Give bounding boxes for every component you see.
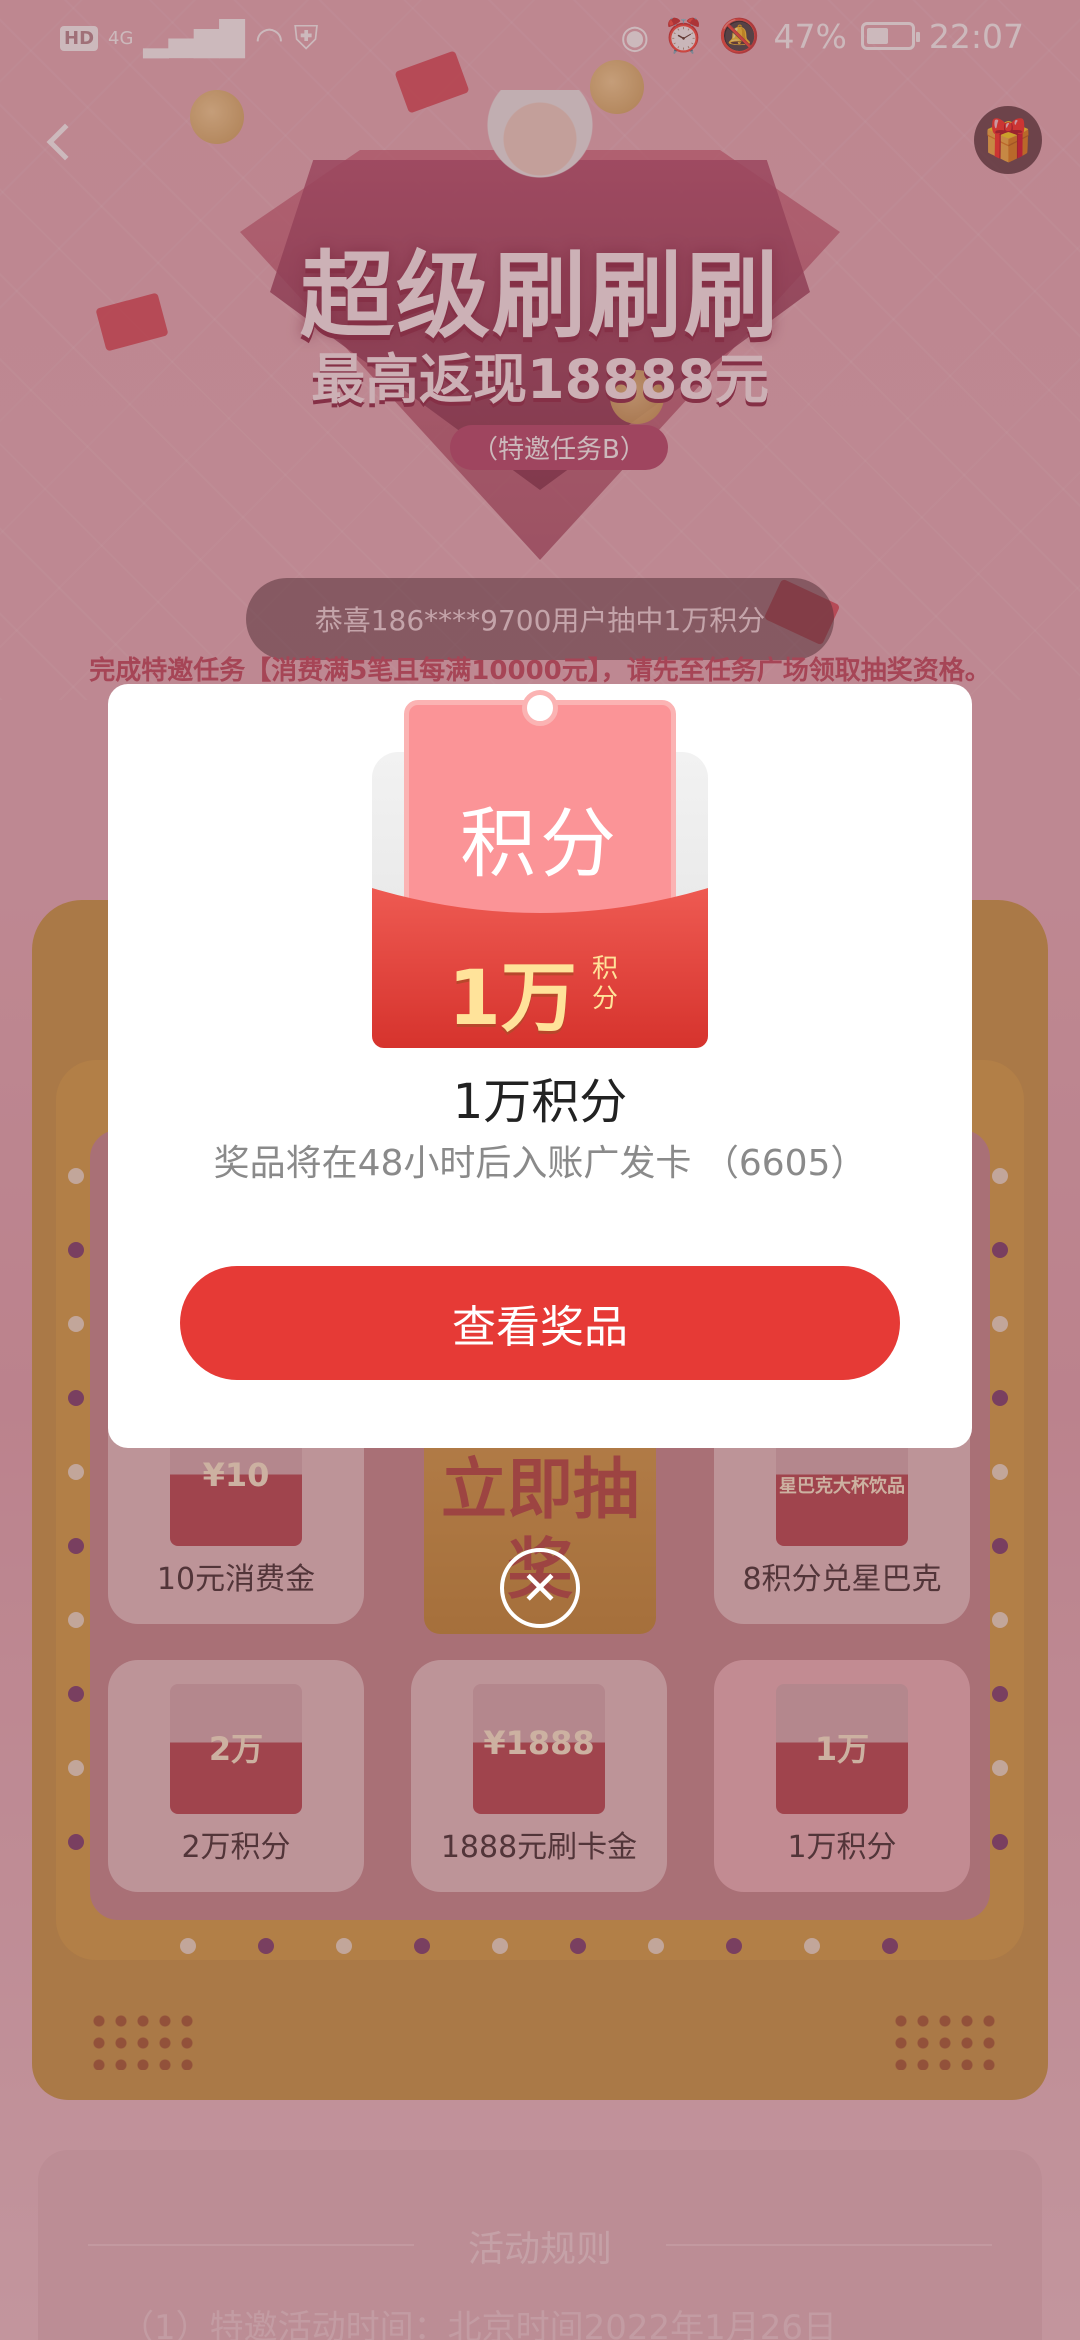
dialog-title: 1万积分	[452, 1074, 628, 1130]
close-icon: ✕	[520, 1561, 560, 1615]
view-prize-button[interactable]: 查看奖品	[180, 1266, 900, 1380]
prize-card-amount: 1万	[448, 953, 577, 1042]
close-dialog-button[interactable]: ✕	[500, 1548, 580, 1628]
prize-card-notch	[522, 690, 558, 726]
prize-card-unit: 积分	[592, 954, 619, 1014]
dialog-description: 奖品将在48小时后入账广发卡 （6605）	[213, 1143, 867, 1184]
prize-card-title: 积分	[460, 799, 620, 888]
